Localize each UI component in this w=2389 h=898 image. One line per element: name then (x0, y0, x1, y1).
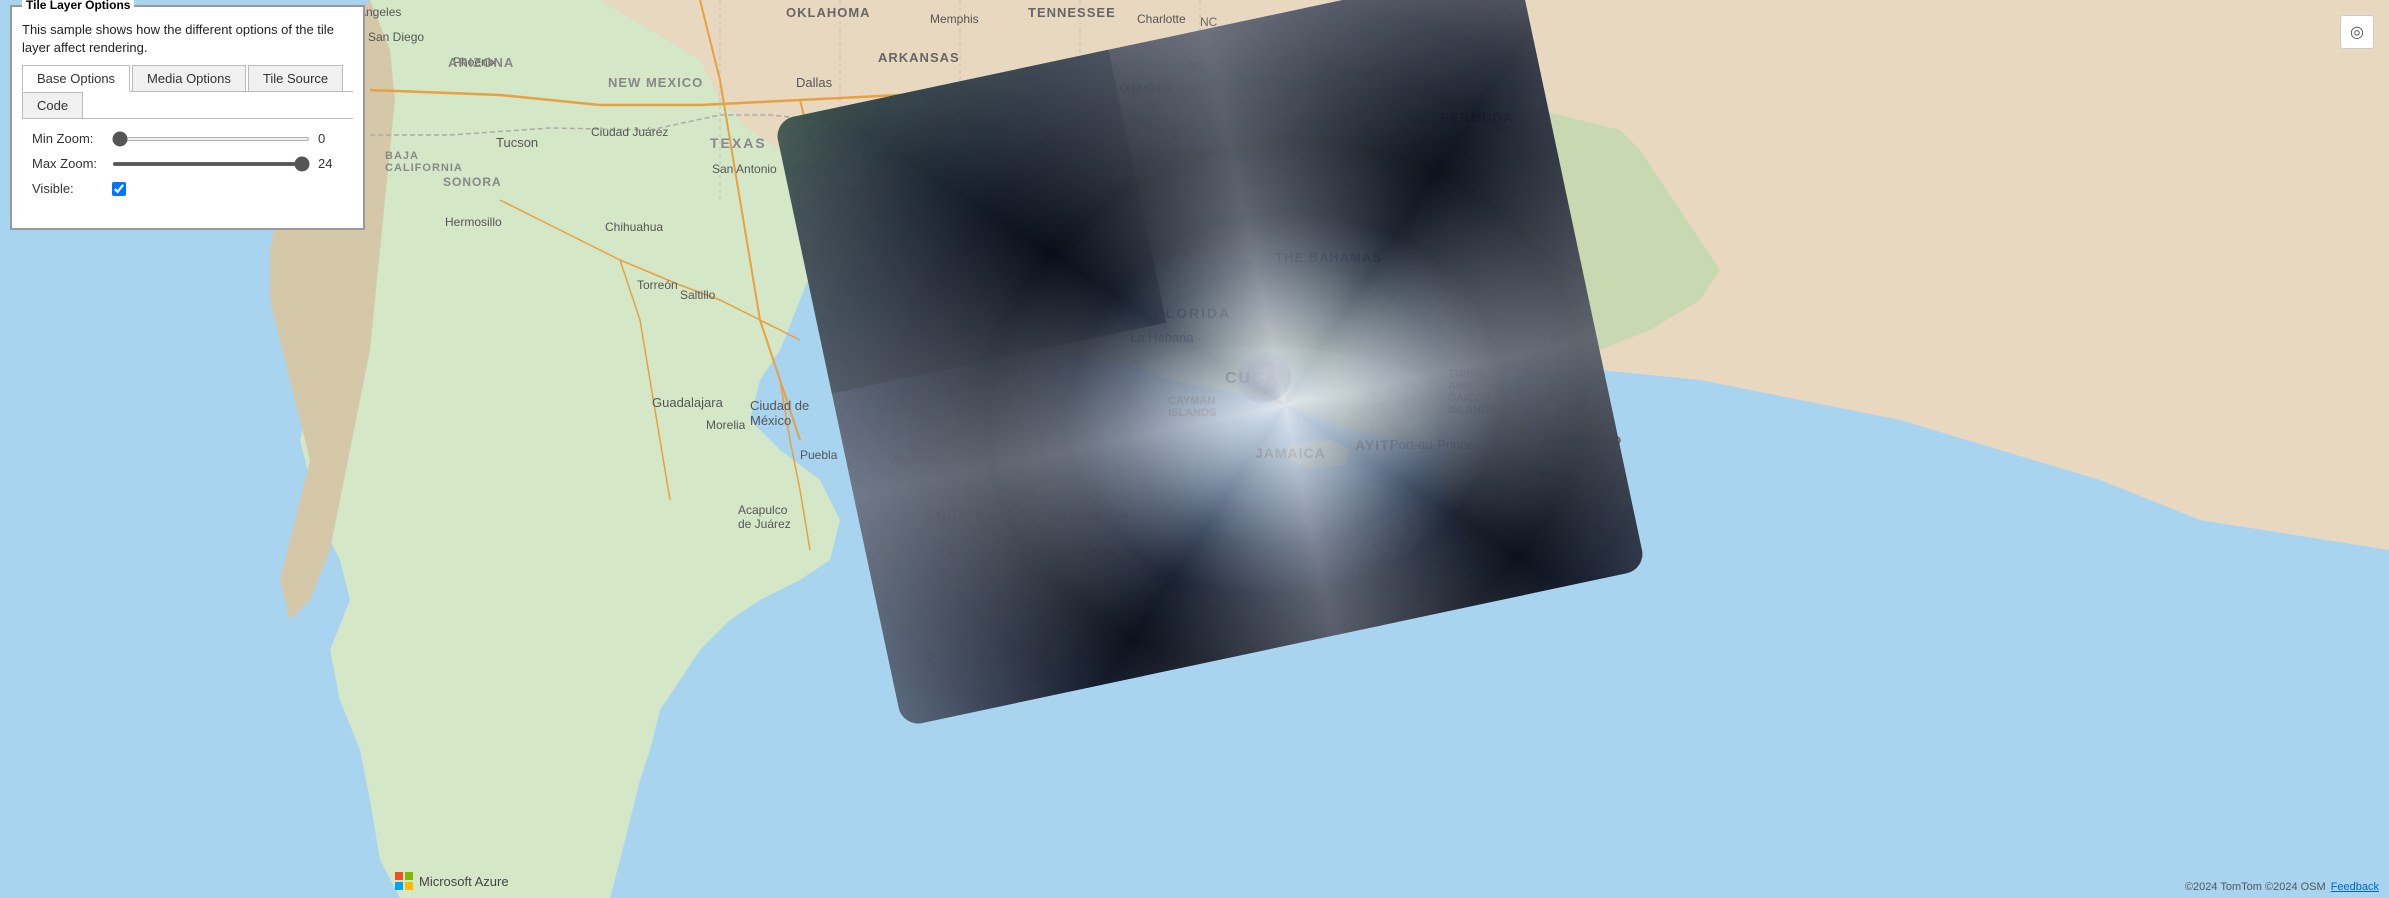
tabs-row2: Code (22, 92, 353, 119)
visible-checkbox-container (112, 182, 126, 196)
microsoft-logo (395, 872, 413, 890)
tab-base-options[interactable]: Base Options (22, 65, 130, 92)
panel-fieldset: Tile Layer Options This sample shows how… (11, 6, 364, 229)
max-zoom-slider[interactable] (112, 162, 310, 166)
min-zoom-value: 0 (318, 131, 343, 146)
tile-layer-panel: Tile Layer Options This sample shows how… (10, 5, 365, 230)
tab-tile-source[interactable]: Tile Source (248, 65, 343, 91)
visible-checkbox[interactable] (112, 182, 126, 196)
feedback-link[interactable]: Feedback (2331, 881, 2379, 893)
location-button[interactable]: ◎ (2340, 15, 2374, 49)
min-zoom-slider-container: 0 (112, 131, 343, 146)
tab-code[interactable]: Code (22, 92, 83, 118)
min-zoom-label: Min Zoom: (32, 131, 112, 146)
panel-description: This sample shows how the different opti… (22, 21, 353, 57)
tabs-row1: Base Options Media Options Tile Source (22, 65, 353, 92)
copyright-text: ©2024 TomTom ©2024 OSM (2185, 881, 2326, 893)
controls-section: Min Zoom: 0 Max Zoom: 24 Visible: (22, 119, 353, 218)
max-zoom-slider-container: 24 (112, 156, 343, 171)
azure-label: Microsoft Azure (419, 874, 509, 889)
copyright-bar: ©2024 TomTom ©2024 OSM Feedback (2185, 881, 2379, 893)
panel-legend-title: Tile Layer Options (22, 0, 134, 12)
visible-row: Visible: (32, 181, 343, 196)
min-zoom-slider[interactable] (112, 137, 310, 141)
min-zoom-row: Min Zoom: 0 (32, 131, 343, 146)
max-zoom-label: Max Zoom: (32, 156, 112, 171)
tab-media-options[interactable]: Media Options (132, 65, 246, 91)
max-zoom-value: 24 (318, 156, 343, 171)
location-icon: ◎ (2350, 22, 2364, 42)
visible-label: Visible: (32, 181, 112, 196)
azure-branding: Microsoft Azure (395, 872, 509, 890)
max-zoom-row: Max Zoom: 24 (32, 156, 343, 171)
